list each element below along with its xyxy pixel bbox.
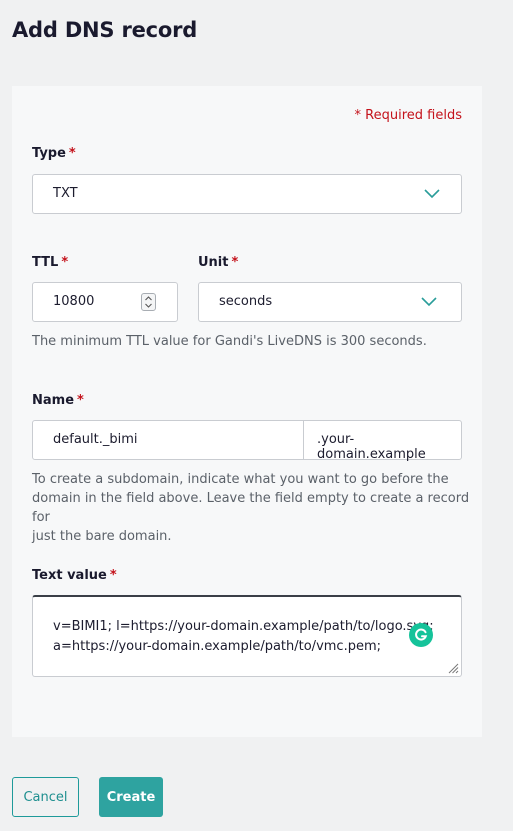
type-label-text: Type [32, 146, 66, 161]
name-label: Name * [32, 393, 84, 408]
name-hint-line: just the bare domain. [32, 529, 172, 544]
domain-suffix: .your-domain.example [303, 420, 462, 462]
resize-handle-icon[interactable] [448, 663, 459, 674]
page-title: Add DNS record [12, 18, 198, 42]
required-star: * [77, 393, 84, 408]
text-value-label: Text value * [32, 568, 117, 583]
type-select[interactable]: TXT [32, 174, 462, 214]
chevron-down-icon [424, 189, 440, 199]
text-value-label-text: Text value [32, 568, 107, 583]
required-star: * [68, 146, 76, 161]
cancel-button[interactable]: Cancel [12, 777, 79, 817]
text-value-content: v=BIMI1; l=https://your-domain.example/p… [53, 617, 434, 657]
text-value-line: a=https://your-domain.example/path/to/vm… [53, 639, 381, 654]
chevron-down-icon [421, 297, 437, 307]
dns-record-form: * Required fields Type * TXT TTL * 10800 U… [12, 86, 482, 737]
ttl-input[interactable]: 10800 [32, 282, 178, 322]
stepper-arrows-icon [145, 296, 152, 308]
unit-select-value: seconds [219, 294, 273, 309]
grammarly-g-icon [415, 628, 428, 641]
create-button[interactable]: Create [99, 777, 163, 817]
domain-suffix-text: .your-domain.example [317, 432, 426, 462]
unit-label-text: Unit [198, 255, 229, 270]
ttl-label-text: TTL [32, 255, 59, 270]
required-star: * [231, 255, 239, 270]
ttl-stepper[interactable] [141, 293, 156, 311]
required-star: * [61, 255, 69, 270]
type-select-value: TXT [53, 186, 78, 201]
unit-label: Unit * [198, 255, 238, 270]
unit-select[interactable]: seconds [198, 282, 462, 322]
name-label-text: Name [32, 393, 75, 408]
ttl-label: TTL * [32, 255, 68, 270]
name-hint-line: domain in the field above. Leave the fie… [32, 491, 470, 525]
grammarly-icon[interactable] [409, 623, 433, 647]
name-hint-line: To create a subdomain, indicate what you… [32, 472, 449, 487]
name-input-value: default._bimi [53, 432, 138, 447]
name-hint: To create a subdomain, indicate what you… [32, 470, 482, 546]
required-star: * [109, 568, 117, 583]
name-input[interactable]: default._bimi [32, 420, 304, 460]
required-fields-note: * Required fields [354, 108, 462, 123]
ttl-input-value: 10800 [53, 294, 95, 309]
ttl-hint: The minimum TTL value for Gandi's LiveDN… [32, 334, 427, 349]
text-value-line: v=BIMI1; l=https://your-domain.example/p… [53, 619, 434, 634]
type-label: Type * [32, 146, 76, 161]
text-value-textarea[interactable]: v=BIMI1; l=https://your-domain.example/p… [32, 595, 462, 677]
